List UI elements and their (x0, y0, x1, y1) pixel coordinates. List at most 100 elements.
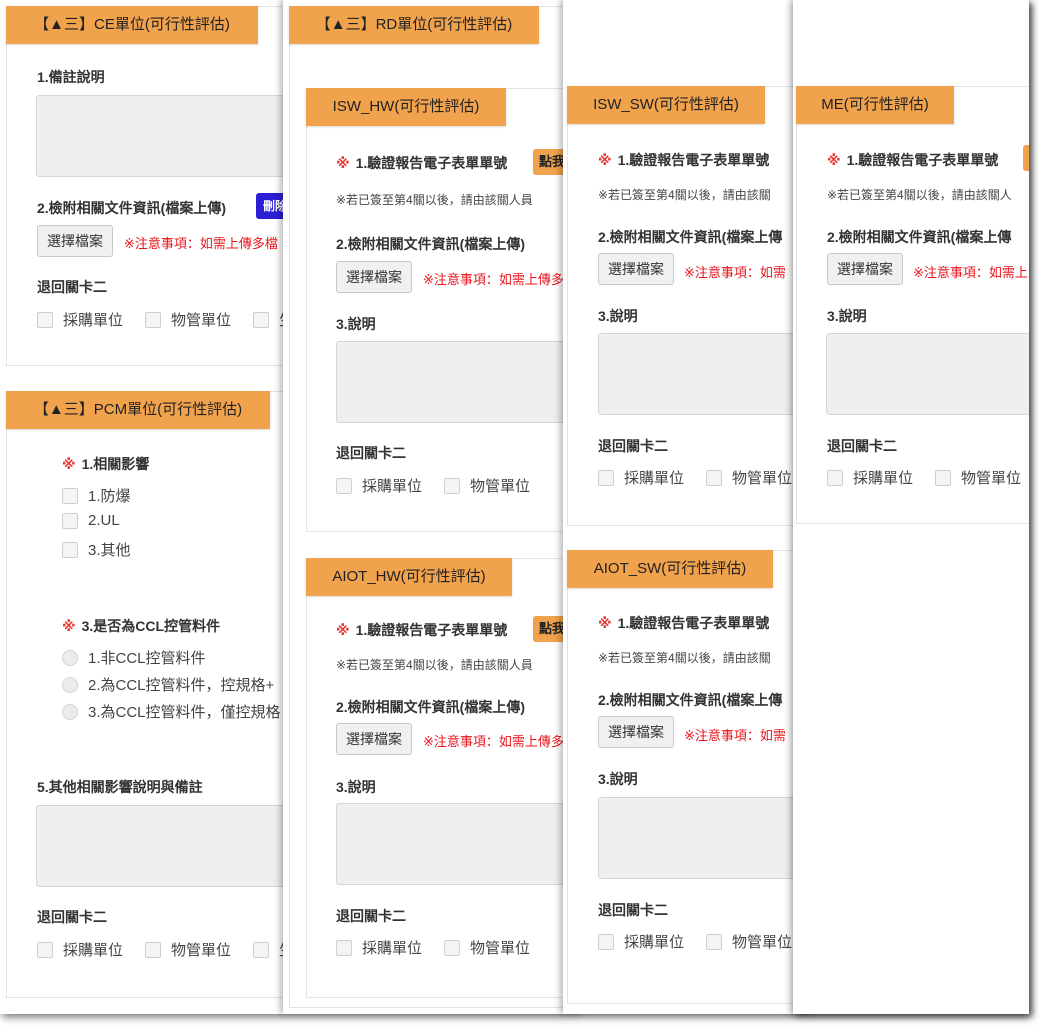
me-click-button[interactable] (1023, 145, 1029, 171)
aiot-hw-choose-file-button[interactable]: 選擇檔案 (336, 723, 412, 755)
aiot-sw-form-label: ※ 1.驗證報告電子表單單號 (598, 613, 769, 633)
ce-attach-label: 2.檢附相關文件資訊(檔案上傳) (37, 200, 226, 216)
aiot-sw-desc-label: 3.說明 (598, 771, 638, 787)
checkbox-label: 採購單位 (853, 470, 914, 487)
checkbox-label: 2.UL (88, 512, 120, 529)
aiot-hw-checkbox-material[interactable]: 物管單位 (444, 937, 530, 958)
checkbox-label: 採購單位 (624, 934, 685, 951)
ce-checkbox-material[interactable]: 物管單位 (145, 309, 231, 330)
checkbox-box[interactable] (336, 939, 352, 956)
pcm-impact-opt-1[interactable]: 1.防爆 (62, 485, 131, 506)
me-desc-label: 3.說明 (827, 308, 867, 324)
tab-ce[interactable]: 【▲三】CE單位(可行性評估) (6, 6, 258, 44)
isw-hw-upload-warning: ※注意事項：如需上傳多 (423, 272, 564, 287)
isw-hw-form-label: ※ 1.驗證報告電子表單單號 (336, 153, 507, 173)
isw-hw-checkbox-purchasing[interactable]: 採購單位 (336, 475, 422, 496)
aiot-hw-desc-textarea[interactable] (336, 803, 583, 885)
radio-circle[interactable] (62, 703, 78, 720)
checkbox-box[interactable] (827, 469, 843, 486)
required-mark: ※ (598, 615, 612, 631)
ce-checkbox-purchasing[interactable]: 採購單位 (37, 309, 123, 330)
ce-return-label: 退回關卡二 (37, 279, 107, 295)
aiot-sw-return-label: 退回關卡二 (598, 902, 668, 918)
isw-sw-checkbox-material[interactable]: 物管單位 (706, 467, 792, 488)
tab-rd[interactable]: 【▲三】RD單位(可行性評估) (289, 6, 539, 44)
pcm-ccl-opt-3[interactable]: 3.為CCL控管料件，僅控規格 (62, 701, 281, 722)
checkbox-label: 物管單位 (470, 940, 531, 957)
pcm-impact-text: 1.相關影響 (81, 456, 150, 472)
radio-label: 3.為CCL控管料件，僅控規格 (88, 704, 281, 721)
tab-me[interactable]: ME(可行性評估) (796, 86, 954, 124)
me-note: ※若已簽至第4關以後，請由該關人 (827, 188, 1012, 202)
ce-remark-label: 1.備註說明 (37, 69, 105, 85)
checkbox-box[interactable] (706, 469, 722, 486)
pcm-ccl-opt-1[interactable]: 1.非CCL控管料件 (62, 647, 206, 668)
isw-sw-form-text: 1.驗證報告電子表單單號 (617, 152, 770, 168)
pcm-ccl-opt-2[interactable]: 2.為CCL控管料件，控規格+ (62, 674, 274, 695)
aiot-hw-return-label: 退回關卡二 (336, 908, 406, 924)
checkbox-box[interactable] (253, 941, 269, 958)
tab-pcm[interactable]: 【▲三】PCM單位(可行性評估) (6, 391, 270, 429)
isw-sw-return-label: 退回關卡二 (598, 438, 668, 454)
aiot-sw-attach-label: 2.檢附相關文件資訊(檔案上傳 (598, 692, 783, 708)
pcm-checkbox-purchasing[interactable]: 採購單位 (37, 939, 123, 960)
required-mark: ※ (336, 155, 350, 171)
checkbox-label: 1.防爆 (88, 488, 131, 505)
checkbox-box[interactable] (706, 933, 722, 950)
checkbox-box[interactable] (145, 311, 161, 328)
isw-hw-desc-textarea[interactable] (336, 341, 583, 423)
ce-choose-file-button[interactable]: 選擇檔案 (37, 225, 113, 257)
me-checkbox-purchasing[interactable]: 採購單位 (827, 467, 913, 488)
checkbox-box[interactable] (598, 933, 614, 950)
aiot-sw-checkbox-purchasing[interactable]: 採購單位 (598, 931, 684, 952)
tab-isw-hw[interactable]: ISW_HW(可行性評估) (306, 88, 506, 126)
ce-remark-textarea[interactable] (36, 95, 300, 177)
checkbox-box[interactable] (62, 512, 78, 529)
aiot-sw-desc-textarea[interactable] (598, 797, 813, 879)
isw-sw-desc-textarea[interactable] (598, 333, 813, 415)
me-checkbox-material[interactable]: 物管單位 (935, 467, 1021, 488)
checkbox-label: 物管單位 (470, 478, 531, 495)
pcm-checkbox-material[interactable]: 物管單位 (145, 939, 231, 960)
radio-circle[interactable] (62, 649, 78, 666)
tab-aiot-hw[interactable]: AIOT_HW(可行性評估) (306, 558, 512, 596)
me-form-label: ※ 1.驗證報告電子表單單號 (827, 150, 998, 170)
aiot-hw-desc-label: 3.說明 (336, 779, 376, 795)
isw-sw-choose-file-button[interactable]: 選擇檔案 (598, 253, 674, 285)
aiot-sw-choose-file-button[interactable]: 選擇檔案 (598, 716, 674, 748)
checkbox-box[interactable] (444, 939, 460, 956)
checkbox-box[interactable] (444, 477, 460, 494)
checkbox-box[interactable] (598, 469, 614, 486)
pcm-other-textarea[interactable] (36, 805, 300, 887)
checkbox-box[interactable] (62, 541, 78, 558)
isw-hw-checkbox-material[interactable]: 物管單位 (444, 475, 530, 496)
pcm-impact-opt-3[interactable]: 3.其他 (62, 539, 131, 560)
radio-circle[interactable] (62, 676, 78, 693)
me-upload-warning: ※注意事項：如需上 (913, 265, 1028, 280)
checkbox-box[interactable] (62, 487, 78, 504)
checkbox-box[interactable] (935, 469, 951, 486)
tab-isw-sw[interactable]: ISW_SW(可行性評估) (567, 86, 765, 124)
checkbox-box[interactable] (37, 941, 53, 958)
pcm-impact-opt-2[interactable]: 2.UL (62, 512, 120, 529)
checkbox-label: 物管單位 (171, 942, 232, 959)
me-desc-textarea[interactable] (826, 333, 1029, 415)
aiot-sw-checkbox-material[interactable]: 物管單位 (706, 931, 792, 952)
pcm-ccl-text: 3.是否為CCL控管料件 (81, 618, 221, 634)
isw-hw-choose-file-button[interactable]: 選擇檔案 (336, 261, 412, 293)
panel-rd: 【▲三】RD單位(可行性評估) ISW_HW(可行性評估) ※ 1.驗證報告電子表… (283, 0, 584, 1014)
checkbox-label: 物管單位 (171, 312, 232, 329)
checkbox-label: 物管單位 (732, 470, 793, 487)
checkbox-box[interactable] (336, 477, 352, 494)
aiot-hw-checkbox-purchasing[interactable]: 採購單位 (336, 937, 422, 958)
checkbox-box[interactable] (253, 311, 269, 328)
pcm-other-label: 5.其他相關影響說明與備註 (37, 779, 203, 795)
isw-hw-desc-label: 3.說明 (336, 316, 376, 332)
checkbox-box[interactable] (145, 941, 161, 958)
me-choose-file-button[interactable]: 選擇檔案 (827, 253, 903, 285)
radio-label: 1.非CCL控管料件 (88, 650, 206, 667)
tab-aiot-sw[interactable]: AIOT_SW(可行性評估) (567, 550, 773, 588)
isw-sw-checkbox-purchasing[interactable]: 採購單位 (598, 467, 684, 488)
checkbox-label: 3.其他 (88, 542, 131, 559)
checkbox-box[interactable] (37, 311, 53, 328)
